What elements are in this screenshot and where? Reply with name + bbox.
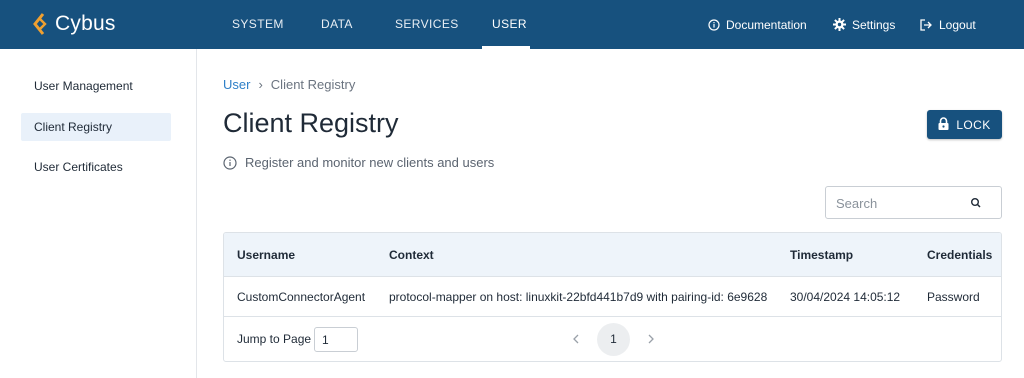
cell-context: protocol-mapper on host: linuxkit-22bfd4…	[389, 290, 768, 304]
page-button-current[interactable]: 1	[597, 323, 630, 356]
logout-icon	[920, 18, 933, 31]
breadcrumb-current: Client Registry	[270, 77, 356, 92]
settings-link[interactable]: Settings	[833, 0, 895, 49]
client-registry-table: Username Context Timestamp Credentials C…	[223, 232, 1002, 362]
breadcrumb-separator: ›	[258, 77, 263, 92]
cybus-logo-icon	[33, 13, 49, 35]
search-input[interactable]	[836, 194, 966, 212]
breadcrumb-user-link[interactable]: User	[223, 77, 250, 92]
nav-data[interactable]: DATA	[321, 0, 353, 49]
search-icon[interactable]	[968, 195, 984, 211]
gear-icon	[833, 18, 846, 31]
sidebar-item-client-registry[interactable]: Client Registry	[21, 113, 171, 141]
cell-timestamp: 30/04/2024 14:05:12	[790, 290, 901, 304]
sidebar-item-user-management[interactable]: User Management	[21, 72, 171, 100]
nav-services[interactable]: SERVICES	[395, 0, 459, 49]
page-title: Client Registry	[223, 108, 399, 138]
subtitle-text: Register and monitor new clients and use…	[245, 155, 495, 170]
documentation-label: Documentation	[726, 17, 807, 32]
table-row[interactable]: CustomConnectorAgent protocol-mapper on …	[224, 277, 1001, 317]
cell-username: CustomConnectorAgent	[237, 290, 366, 304]
table-header: Username Context Timestamp Credentials	[224, 233, 1001, 277]
cell-credentials: Password	[927, 290, 980, 304]
breadcrumb: User › Client Registry	[223, 77, 355, 92]
chevron-right-icon[interactable]	[643, 331, 659, 347]
logout-link[interactable]: Logout	[920, 0, 976, 49]
jump-to-page-input[interactable]	[314, 327, 358, 352]
jump-to-page-label: Jump to Page	[237, 332, 312, 346]
brand-name: Cybus	[55, 12, 116, 35]
column-header-username[interactable]: Username	[237, 233, 295, 277]
lock-button-label: LOCK	[956, 117, 991, 132]
brand-logo[interactable]: Cybus	[33, 11, 116, 37]
info-circle-icon	[223, 155, 237, 170]
nav-active-indicator	[482, 46, 530, 49]
nav-user[interactable]: USER	[492, 0, 527, 49]
documentation-link[interactable]: Documentation	[708, 0, 807, 49]
chevron-left-icon[interactable]	[568, 331, 584, 347]
pagination: Jump to Page 1	[224, 317, 1001, 361]
info-circle-icon	[708, 18, 720, 31]
page-subtitle: Register and monitor new clients and use…	[223, 155, 494, 170]
lock-button[interactable]: LOCK	[927, 110, 1002, 139]
column-header-context[interactable]: Context	[389, 233, 434, 277]
settings-label: Settings	[852, 17, 896, 32]
logout-label: Logout	[939, 17, 976, 32]
nav-system[interactable]: SYSTEM	[232, 0, 284, 49]
search-box	[825, 186, 1002, 219]
top-navigation-bar: Cybus SYSTEM DATA SERVICES USER Document…	[0, 0, 1024, 49]
column-header-credentials[interactable]: Credentials	[927, 233, 992, 277]
sidebar-item-user-certificates[interactable]: User Certificates	[21, 153, 171, 181]
lock-icon	[938, 116, 949, 133]
column-header-timestamp[interactable]: Timestamp	[790, 233, 853, 277]
sidebar: User Management Client Registry User Cer…	[0, 49, 197, 378]
